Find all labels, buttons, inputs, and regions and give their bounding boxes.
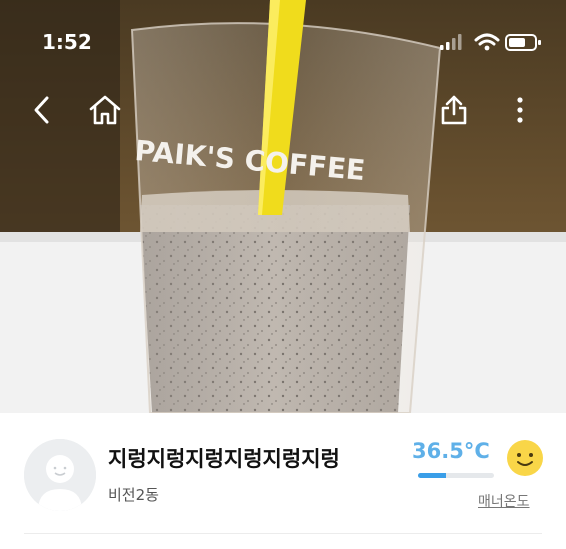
top-nav [0, 84, 566, 138]
more-button[interactable] [498, 88, 542, 132]
signal-icon [440, 34, 462, 50]
home-icon [89, 95, 121, 125]
back-button[interactable] [20, 88, 64, 132]
back-icon [34, 96, 49, 124]
more-icon [517, 97, 523, 123]
status-time: 1:52 [42, 30, 92, 54]
status-icons [436, 32, 546, 52]
smile-face-icon [506, 439, 544, 477]
temperature-bar-fill [418, 473, 446, 478]
battery-icon [505, 34, 541, 51]
seller-profile[interactable]: 지렁지렁지렁지렁지렁지렁 비전2동 36.5°C 매너온도 [0, 413, 566, 549]
default-avatar-icon [24, 439, 96, 511]
temperature-bar [418, 473, 494, 478]
wifi-icon [474, 33, 500, 51]
home-button[interactable] [83, 88, 127, 132]
share-icon [441, 95, 467, 125]
manner-temperature-link[interactable]: 매너온도 [478, 491, 530, 511]
divider [24, 533, 542, 534]
avatar[interactable] [24, 439, 96, 511]
status-bar: 1:52 [0, 0, 566, 80]
seller-region: 비전2동 [108, 486, 159, 504]
share-button[interactable] [432, 88, 476, 132]
manner-temperature: 36.5°C [412, 439, 490, 463]
seller-name: 지렁지렁지렁지렁지렁지렁 [108, 447, 340, 471]
